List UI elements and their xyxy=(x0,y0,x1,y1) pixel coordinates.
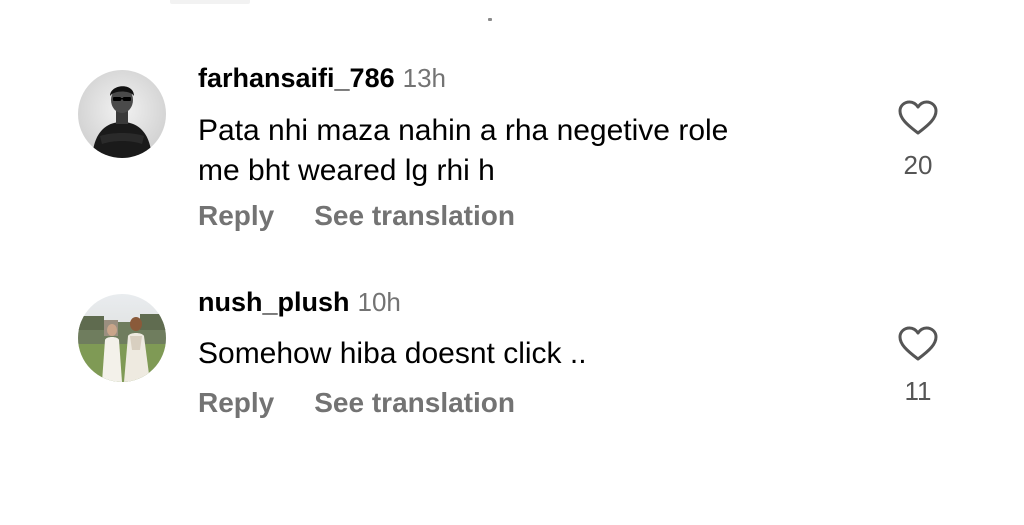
like-control: 11 xyxy=(890,326,946,406)
comment-text: Somehow hiba doesnt click .. xyxy=(198,334,838,374)
separator-dot xyxy=(488,18,492,21)
username[interactable]: farhansaifi_786 xyxy=(198,63,395,93)
see-translation-button[interactable]: See translation xyxy=(314,386,515,420)
like-control: 20 xyxy=(890,100,946,180)
reply-button[interactable]: Reply xyxy=(198,199,274,233)
comment-header: farhansaifi_786 13h xyxy=(198,62,446,94)
comment-text-line: Pata nhi maza nahin a rha negetive role xyxy=(198,114,729,147)
like-count: 11 xyxy=(904,376,932,406)
comment-header: nush_plush 10h xyxy=(198,286,401,318)
heart-outline-icon[interactable] xyxy=(898,326,938,362)
username[interactable]: nush_plush xyxy=(198,287,350,317)
previous-comment-divider xyxy=(170,0,250,4)
comment-text: Pata nhi maza nahin a rha negetive role … xyxy=(198,111,838,191)
avatar[interactable] xyxy=(78,70,166,158)
comment-text-line: Somehow hiba doesnt click .. xyxy=(198,337,587,370)
comment-actions: Reply See translation xyxy=(198,199,515,233)
comment-text-line: me bht weared lg rhi h xyxy=(198,154,495,187)
comment-actions: Reply See translation xyxy=(198,386,515,420)
timestamp: 10h xyxy=(357,287,401,317)
avatar[interactable] xyxy=(78,294,166,382)
timestamp: 13h xyxy=(402,63,446,93)
heart-outline-icon[interactable] xyxy=(898,100,938,136)
profile-photo-icon xyxy=(78,70,166,158)
like-count: 20 xyxy=(903,150,933,180)
profile-photo-icon xyxy=(78,294,166,382)
reply-button[interactable]: Reply xyxy=(198,386,274,420)
see-translation-button[interactable]: See translation xyxy=(314,199,515,233)
